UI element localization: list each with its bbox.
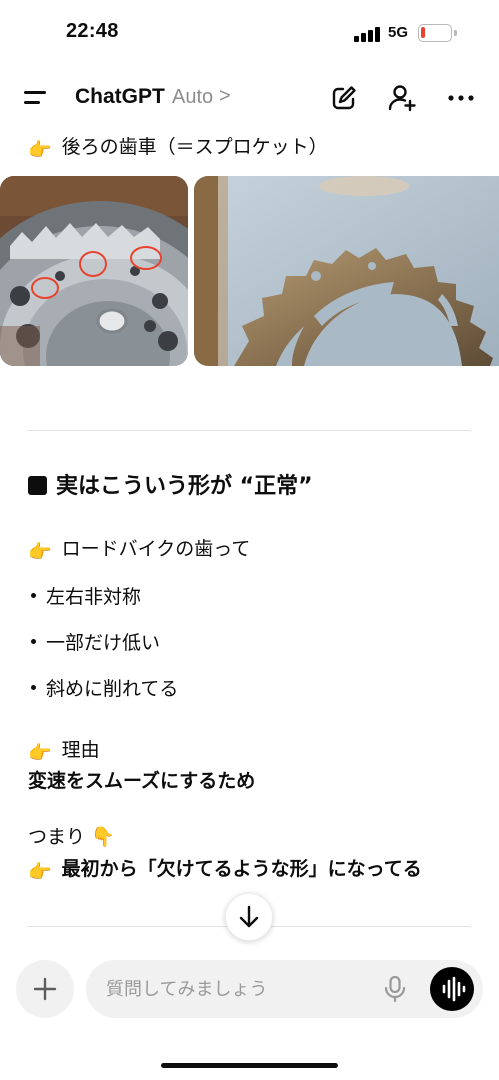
heading-text: 実はこういう形が “正常” xyxy=(56,474,313,499)
arrow-down-icon xyxy=(239,905,259,928)
new-chat-button[interactable] xyxy=(328,82,360,114)
section-heading: 実はこういう形が “正常” xyxy=(28,474,313,500)
attach-button[interactable] xyxy=(16,960,74,1018)
battery-icon xyxy=(418,24,452,42)
more-icon xyxy=(448,95,474,101)
edit-icon xyxy=(332,86,356,110)
menu-icon[interactable] xyxy=(24,89,50,109)
intro-line: 👉 ロードバイクの歯って xyxy=(28,538,250,564)
list-item: 一部だけ低い xyxy=(28,632,160,655)
conclusion-bold-text: 最初から「欠けてるような形」になってる xyxy=(61,858,422,880)
more-button[interactable] xyxy=(445,82,477,114)
list-item-text: 左右非対称 xyxy=(46,586,142,608)
conclusion-line: つまり 👇 xyxy=(28,826,115,849)
signal-icon xyxy=(354,26,380,42)
mic-icon xyxy=(384,975,406,1003)
mic-button[interactable] xyxy=(380,974,410,1004)
bullet-dot xyxy=(31,639,36,644)
app-header: ChatGPT Auto > xyxy=(0,70,499,126)
app-title[interactable]: ChatGPT xyxy=(75,85,165,109)
model-selector[interactable]: Auto xyxy=(172,86,213,109)
message-line-sprocket: 👉 後ろの歯車（＝スプロケット） xyxy=(28,136,328,162)
list-item: 斜めに削れてる xyxy=(28,678,178,701)
voice-wave-icon xyxy=(442,976,466,1002)
cassette-photo[interactable] xyxy=(0,176,188,366)
home-indicator xyxy=(161,1063,338,1068)
square-bullet-icon xyxy=(28,476,47,495)
chainring-photo[interactable] xyxy=(194,176,499,366)
chainring-image xyxy=(194,176,499,366)
cassette-image xyxy=(0,176,188,366)
conclusion-text: つまり xyxy=(28,826,86,848)
battery-cap xyxy=(454,30,457,36)
add-person-button[interactable] xyxy=(386,82,418,114)
pointing-right-icon: 👉 xyxy=(28,541,52,563)
sprocket-text: 後ろの歯車（＝スプロケット） xyxy=(61,136,328,158)
intro-text: ロードバイクの歯って xyxy=(61,538,251,560)
list-item-text: 斜めに削れてる xyxy=(46,678,179,700)
pointing-right-icon: 👉 xyxy=(28,861,52,883)
plus-icon xyxy=(33,977,57,1001)
chevron-right-icon[interactable]: > xyxy=(219,85,231,108)
section-divider xyxy=(27,430,471,431)
bullet-dot xyxy=(31,593,36,598)
conclusion-line-2: 👉 最初から「欠けてるような形」になってる xyxy=(28,858,422,884)
voice-mode-button[interactable] xyxy=(430,967,474,1011)
status-bar: 22:48 5G xyxy=(0,0,499,66)
reason-text: 変速をスムーズにするため xyxy=(28,770,256,792)
status-time: 22:48 xyxy=(66,20,119,42)
reason-label-line: 👉 理由 xyxy=(28,739,100,765)
message-input[interactable] xyxy=(106,974,376,1004)
bullet-dot xyxy=(31,685,36,690)
scroll-down-button[interactable] xyxy=(225,893,273,941)
network-type: 5G xyxy=(388,24,409,41)
message-composer xyxy=(86,960,483,1018)
add-person-icon xyxy=(388,85,416,112)
reason-label: 理由 xyxy=(61,739,100,761)
pointing-down-icon: 👇 xyxy=(91,826,115,848)
pointing-right-icon: 👉 xyxy=(28,742,52,764)
pointing-right-icon: 👉 xyxy=(28,139,52,161)
list-item-text: 一部だけ低い xyxy=(46,632,161,654)
list-item: 左右非対称 xyxy=(28,586,141,609)
